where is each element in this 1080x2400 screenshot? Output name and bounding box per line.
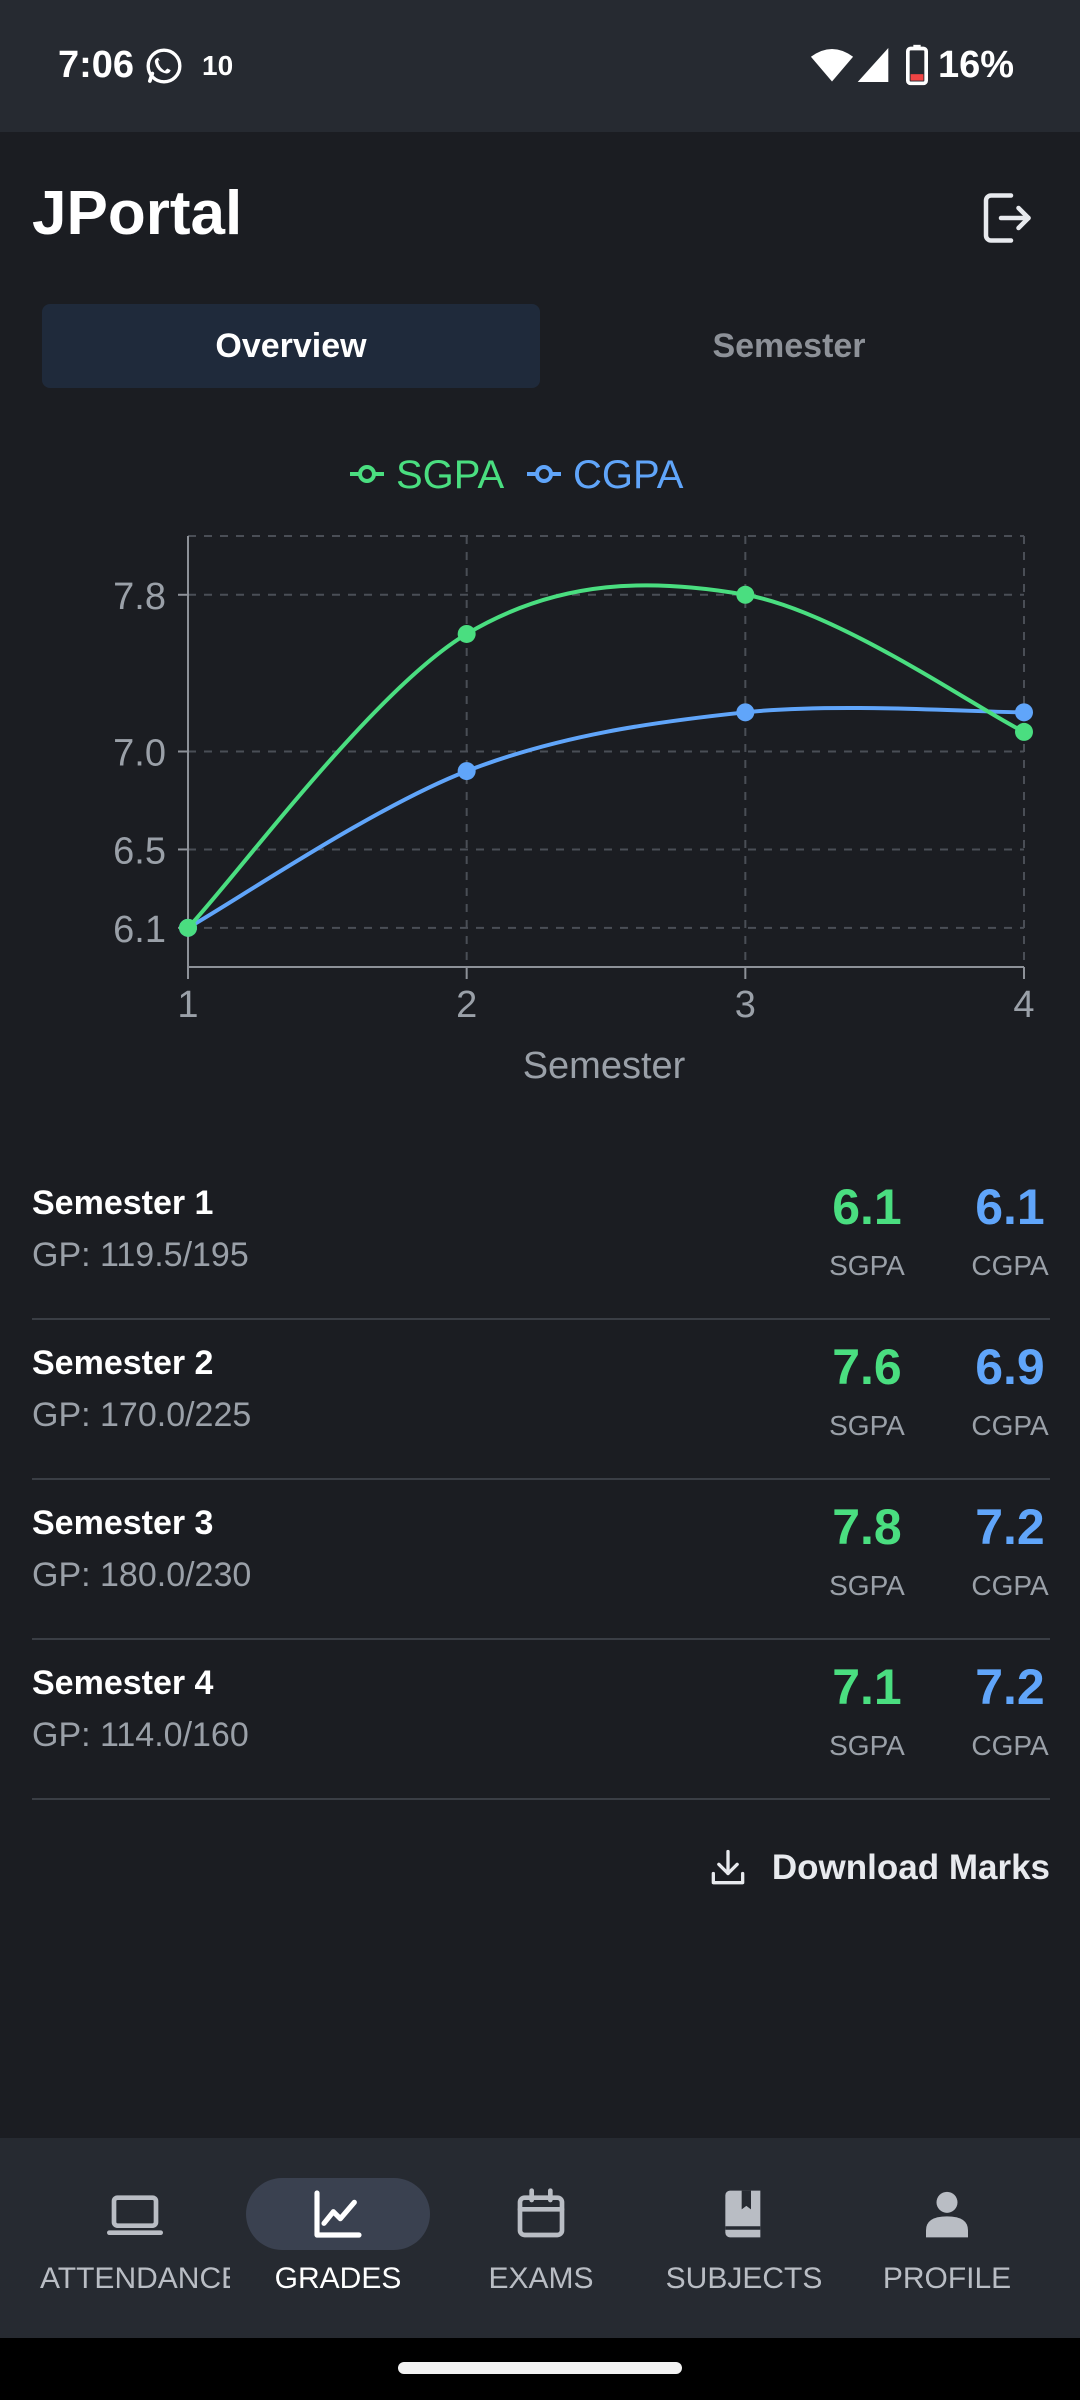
nav-icon-container [855,2178,1039,2250]
person-icon [926,2191,968,2238]
tab-semester[interactable]: Semester [540,304,1038,388]
sgpa-label: SGPA [829,1570,905,1601]
nav-label-exams: EXAMS [488,2262,594,2295]
series-line-cgpa [187,705,1025,930]
cgpa-value: 7.2 [975,1499,1045,1555]
chart-line-icon [314,2190,362,2238]
status-bar: 7:06 10 16% [0,0,1080,132]
cgpa-value: 7.2 [975,1659,1045,1715]
y-tick-label: 7.0 [113,733,166,775]
legend-marker [358,465,376,483]
nav-attendance[interactable]: ATTENDANCE [40,2178,230,2308]
nav-exams[interactable]: EXAMS [446,2178,636,2308]
y-tick-label: 6.5 [113,830,166,872]
cgpa-value: 6.1 [975,1179,1045,1235]
nav-grades[interactable]: GRADES [243,2178,433,2308]
x-tick-label: 4 [1013,984,1034,1026]
list-item[interactable]: Semester 2 GP: 170.0/225 7.6 6.9 SGPA CG… [32,1320,1050,1480]
whatsapp-icon [146,48,182,84]
nav-label-attendance: ATTENDANCE [40,2262,230,2295]
sgpa-label: SGPA [829,1730,905,1761]
nav-label-grades: GRADES [274,2262,402,2295]
download-label: Download Marks [771,1848,1050,1887]
nav-profile[interactable]: PROFILE [852,2178,1042,2308]
legend-marker [535,465,553,483]
list-item[interactable]: Semester 1 GP: 119.5/195 6.1 6.1 SGPA CG… [32,1160,1050,1320]
x-tick-label: 3 [735,984,756,1026]
data-point-cgpa [736,703,755,722]
semester-name: Semester 4 [32,1664,214,1702]
sgpa-label: SGPA [829,1250,905,1281]
data-point-sgpa [736,585,755,604]
cgpa-value: 6.9 [975,1339,1045,1395]
status-notification-text: 10 [202,50,234,81]
signal-icon [857,48,889,82]
sgpa-label: SGPA [829,1410,905,1441]
semester-list: Semester 1 GP: 119.5/195 6.1 6.1 SGPA CG… [32,1160,1050,1800]
view-tabs: Overview Semester [42,304,1038,388]
semester-name: Semester 3 [32,1504,214,1542]
y-tick-label: 6.1 [113,909,166,951]
sgpa-value: 6.1 [832,1179,902,1235]
nav-subjects[interactable]: SUBJECTS [649,2178,839,2308]
cgpa-label: CGPA [971,1730,1049,1761]
cgpa-label: CGPA [971,1410,1049,1441]
y-tick-label: 7.8 [113,576,166,618]
book-icon [725,2190,761,2238]
data-point-sgpa [1015,722,1033,741]
series-line-sgpa [186,583,1025,930]
monitor-icon [107,2195,163,2235]
nav-label-subjects: SUBJECTS [665,2262,823,2295]
gesture-handle[interactable] [398,2362,682,2374]
semester-name: Semester 1 [32,1184,214,1222]
sgpa-value: 7.8 [832,1499,902,1555]
sgpa-value: 7.6 [832,1339,902,1395]
semester-gp: GP: 180.0/230 [32,1556,252,1594]
semester-name: Semester 2 [32,1344,214,1382]
data-point-sgpa [179,918,197,937]
list-item[interactable]: Semester 3 GP: 180.0/230 7.8 7.2 SGPA CG… [32,1480,1050,1640]
legend-label: CGPA [573,453,684,497]
status-time: 7:06 [58,44,135,86]
nav-icon-container [246,2178,430,2250]
grades-line-chart: 6.1 6.5 7.0 7.8 1 2 3 4 Semester SGPA CGPA [113,453,1034,1087]
data-point-cgpa [1015,703,1033,722]
wifi-icon [810,48,854,82]
cgpa-label: CGPA [971,1570,1049,1601]
x-axis-label: Semester [523,1045,686,1087]
battery-percent: 16% [938,44,1015,86]
calendar-icon [517,2188,565,2238]
cgpa-label: CGPA [971,1250,1049,1281]
semester-gp: GP: 119.5/195 [32,1236,249,1274]
nav-icon-container [449,2178,633,2250]
sgpa-value: 7.1 [832,1659,902,1715]
battery-icon [906,44,928,86]
tab-overview[interactable]: Overview [42,304,540,388]
nav-label-profile: PROFILE [882,2262,1012,2295]
semester-gp: GP: 114.0/160 [32,1716,249,1754]
nav-icon-container [43,2178,227,2250]
logout-icon[interactable] [976,188,1036,248]
nav-icon-container [652,2178,836,2250]
download-marks-button[interactable]: Download Marks [706,1846,1050,1890]
list-item[interactable]: Semester 4 GP: 114.0/160 7.1 7.2 SGPA CG… [32,1640,1050,1800]
x-tick-label: 2 [456,984,477,1026]
bottom-navigation: ATTENDANCE GRADES EXAMS SUBJECTS PROFILE [0,2138,1080,2338]
page-title: JPortal [32,179,243,248]
data-point-cgpa [457,762,476,781]
semester-gp: GP: 170.0/225 [32,1396,252,1434]
x-tick-label: 1 [177,984,198,1026]
data-point-sgpa [457,624,476,643]
download-icon [711,1849,745,1885]
legend-label: SGPA [396,453,505,497]
